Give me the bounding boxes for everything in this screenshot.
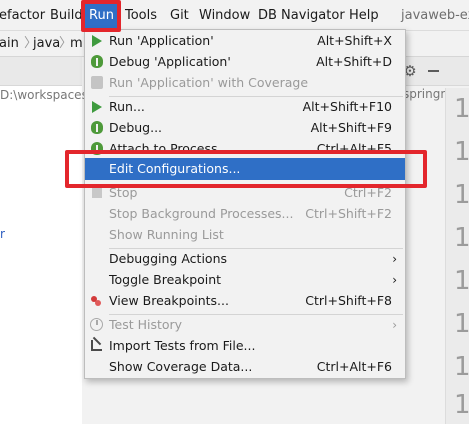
shortcut-text: Ctrl+Shift+F8 [305,293,392,308]
menu-item-label: Show Running List [109,227,224,242]
menu-refactor[interactable]: efactor [0,0,45,31]
menu-item-toggle-breakpoint[interactable]: Toggle Breakpoint › [85,269,405,291]
menu-item-label: Show Coverage Data... [109,359,253,374]
line-number: 1 [454,309,469,339]
menu-item-view-breakpoints[interactable]: View Breakpoints... Ctrl+Shift+F8 [85,290,405,312]
line-number: 1 [454,352,469,382]
line-number: 1 [454,94,469,124]
line-number: 1 [454,223,469,253]
menu-item-stop-background-processes[interactable]: Stop Background Processes... Ctrl+Shift+… [85,203,405,225]
tool-window-toolbar: ⚙ [400,57,469,86]
menu-tools[interactable]: Tools [125,0,157,31]
run-icon [89,99,105,115]
menu-item-show-running-list[interactable]: Show Running List [85,224,405,246]
menu-item-run-with-coverage[interactable]: Run 'Application' with Coverage [85,72,405,94]
window-title: javaweb-ex [401,8,469,23]
editor-gutter: 1 1 1 1 1 1 1 1 [445,88,469,424]
project-panel-header [0,57,82,86]
project-path-text: D:\workspaces [0,88,88,102]
project-tool-window: D:\workspaces r [0,57,88,424]
shortcut-text: Ctrl+Alt+F6 [316,359,392,374]
menu-item-label: Stop Background Processes... [109,206,294,221]
menu-item-show-coverage-data[interactable]: Show Coverage Data... Ctrl+Alt+F6 [85,356,405,378]
shortcut-text: Ctrl+Shift+F2 [305,206,392,221]
menu-item-label: View Breakpoints... [109,293,229,308]
run-icon [89,33,105,49]
menu-item-debugging-actions[interactable]: Debugging Actions › [85,248,405,270]
menu-item-label: Debug 'Application' [109,54,231,69]
menu-help[interactable]: Help [349,0,379,31]
main-menu-bar: efactor Build Run Tools Git Window DB Na… [0,0,469,31]
menu-build[interactable]: Build [50,0,83,31]
debug-icon [89,120,105,136]
breadcrumb-item-main[interactable]: ain [0,31,19,57]
line-number: 1 [454,266,469,296]
debug-icon [89,54,105,70]
menu-item-run[interactable]: Run... Alt+Shift+F10 [85,96,405,118]
run-dropdown-menu: Run 'Application' Alt+Shift+X Debug 'App… [84,29,406,379]
menu-item-label: Test History [109,317,183,332]
menu-item-run-application[interactable]: Run 'Application' Alt+Shift+X [85,30,405,52]
breadcrumb-item-module[interactable]: m [70,31,83,57]
shortcut-text: Alt+Shift+F10 [302,99,392,114]
coverage-icon [89,75,105,91]
line-number: 1 [454,390,469,420]
highlight-box-edit-configurations [65,150,427,188]
clock-icon [89,317,105,333]
line-number: 1 [454,137,469,167]
menu-git[interactable]: Git [170,0,189,31]
chevron-right-icon: › [392,252,397,266]
import-icon [89,338,105,354]
highlight-box-run-menu [81,0,121,32]
breadcrumb-item-java[interactable]: java [33,31,60,57]
menu-item-label: Debug... [109,120,163,135]
menu-item-label: Run... [109,99,145,114]
menu-item-debug[interactable]: Debug... Alt+Shift+F9 [85,117,405,139]
menu-item-label: Run 'Application' with Coverage [109,75,309,90]
menu-window[interactable]: Window [199,0,250,31]
shortcut-text: Alt+Shift+X [317,33,392,48]
chevron-right-icon: › [392,273,397,287]
menu-item-label: Run 'Application' [109,33,214,48]
line-number: 1 [454,180,469,210]
shortcut-text: Alt+Shift+F9 [310,120,392,135]
menu-item-label: Import Tests from File... [109,338,256,353]
menu-item-import-tests[interactable]: Import Tests from File... [85,335,405,357]
shortcut-text: Alt+Shift+D [316,54,392,69]
chevron-right-icon: › [392,318,397,332]
menu-item-label: Debugging Actions [109,251,228,266]
minimize-icon[interactable] [428,70,439,72]
menu-item-label: Toggle Breakpoint [109,272,222,287]
menu-db-navigator[interactable]: DB Navigator [258,0,345,31]
project-tree-item[interactable]: r [0,227,5,241]
breakpoints-icon [89,293,105,309]
menu-item-debug-application[interactable]: Debug 'Application' Alt+Shift+D [85,51,405,73]
menu-item-test-history[interactable]: Test History › [85,314,405,336]
